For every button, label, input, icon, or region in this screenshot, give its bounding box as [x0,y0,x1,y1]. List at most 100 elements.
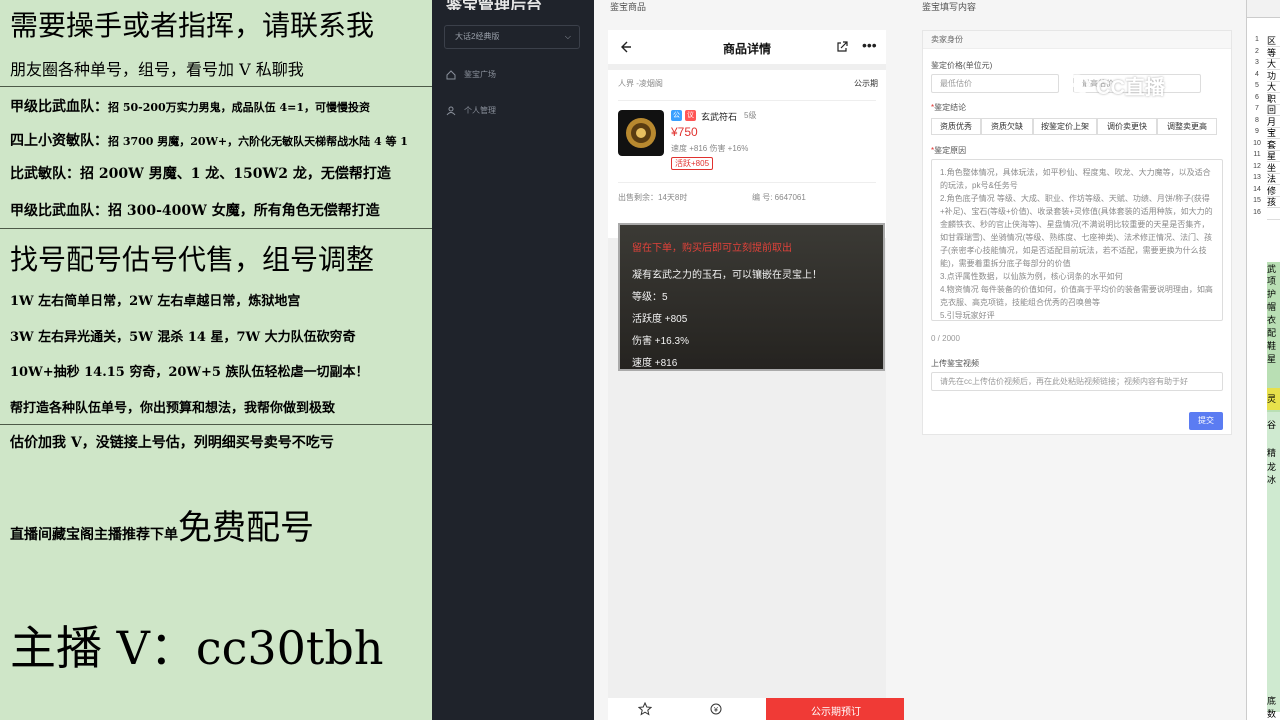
promo-highlight: 免费配号 [178,508,314,548]
sheet-cell[interactable]: 配 [1267,326,1280,339]
char-counter: 0 / 2000 [931,334,960,343]
sheet-row-number: 3 [1255,59,1259,66]
svg-text:¥: ¥ [714,707,718,714]
sheet-cell[interactable]: 冰 [1267,473,1280,486]
conclusion-label: *鉴定结论 [931,103,967,112]
watermark-text: CC直播 [1096,76,1165,99]
serial-number: 编 号: 6647061 [752,193,806,202]
promo-subheadline: 找号配号估号代售，组号调整 [10,243,375,276]
sheet-row-number: 12 [1253,162,1261,170]
sheet-cell[interactable]: 谷 [1267,418,1280,431]
promo-line: 1W 左右简单日常，2W 左右卓越日常，炼狱地宫 [10,294,301,309]
reason-line: 3.点评属性数据，以仙族为例，核心词条的水平如何 [940,272,1123,281]
star-icon[interactable] [638,702,652,716]
option-list-at-price[interactable]: 按鉴定价上架 [1033,118,1097,135]
promo-line-title: 甲级比武血队： [10,99,108,115]
sheet-cell[interactable]: 项 [1267,274,1280,287]
min-price-input[interactable]: 最低估价 [931,74,1059,93]
sheet-row-number: 4 [1255,70,1259,78]
phone-preview: 商品详情 ••• 人界 -凌烟阁 公示期 公 议 玄武符石 5级 ¥750 速度… [608,30,906,720]
option-excellent[interactable]: 资质优秀 [931,118,981,135]
sidebar-item-personal[interactable]: 个人管理 [446,105,496,116]
sheet-row-number: 2 [1255,47,1259,55]
reason-textarea[interactable]: 1.角色整体情况，具体玩法，如平秒仙、程度鬼、吹龙、大力魔等，以及适合的玩法，p… [931,159,1223,321]
promo-line-title: 四上小资敏队： [10,133,108,149]
video-label: 上传鉴宝视频 [931,359,979,368]
sheet-cell[interactable]: 底 [1267,694,1280,707]
option-sell-faster[interactable]: 调价卖更快 [1097,118,1157,135]
promo-line: 比武敏队：招 200W 男魔、1 龙、150W2 龙，无偿帮打造 [10,166,391,182]
sheet-row-number: 13 [1253,174,1261,181]
promo-line: 甲级比武血队：招 50-200万实力男鬼，成品队伍 4=1，可慢慢投资 [10,96,370,116]
promo-banner: 需要操手或者指挥，请联系我 朋友圈各种单号，组号，看号加 V 私聊我 甲级比武血… [0,0,432,720]
sheet-row-number: 8 [1255,116,1259,124]
sheet-cell[interactable]: 精 [1267,446,1280,459]
column-title: 鉴宝商品 [610,2,647,12]
sidebar-item-label: 鉴宝广场 [464,70,496,79]
promo-line: 甲级比武血队：招 300-400W 女魔，所有角色无偿帮打造 [10,203,380,219]
time-remaining: 出售剩余：14天8时 [618,193,688,202]
form-column: 鉴宝填写内容 卖家身份 鉴定价格(单位元) 最低估价 最高估价 *鉴定结论 资质… [904,0,1246,720]
sheet-row-number: 9 [1255,128,1259,135]
tooltip-level: 等级：5 [632,292,668,303]
item-price: ¥750 [671,125,698,139]
cc-logo-icon [1064,74,1090,96]
price-label: 鉴定价格(单位元) [931,61,993,70]
sheet-cell[interactable]: 帽 [1267,300,1280,313]
reserve-button[interactable]: 公示期预订 [766,698,906,720]
app-logo: 鉴宝管理后台 [432,0,594,10]
reason-line: 1.角色整体情况，具体玩法，如平秒仙、程度鬼、吹龙、大力魔等，以及适合的玩法，p… [940,168,1211,190]
item-card: 人界 -凌烟阁 公示期 公 议 玄武符石 5级 ¥750 速度 +816 伤害 … [608,70,886,238]
divider [0,228,432,229]
admin-sidebar: 鉴宝管理后台 大话2经典版 ⌵ 鉴宝广场 个人管理 [432,0,594,720]
sheet-cell[interactable]: 护 [1267,287,1280,300]
stream-watermark: CC直播 [1064,70,1214,100]
sheet-row-number: 11 [1253,151,1261,158]
sheet-row-number: 6 [1255,93,1259,101]
sidebar-item-square[interactable]: 鉴宝广场 [446,69,496,80]
item-stats: 速度 +816 伤害 +16% [671,144,749,153]
column-title: 鉴宝填写内容 [922,2,977,12]
sheet-cell[interactable]: 龙 [1267,460,1280,473]
more-icon[interactable]: ••• [862,37,877,53]
public-tag: 公 [671,110,682,121]
promo-line-detail: 招 50-200万实力男鬼，成品队伍 4=1，可慢慢投资 [108,101,371,114]
conclusion-label-text: 鉴定结论 [934,103,967,112]
sheet-cell[interactable]: 鞋 [1267,339,1280,352]
bargain-tag: 议 [685,110,696,121]
sheet-cell[interactable]: 数 [1267,707,1280,720]
option-sell-higher[interactable]: 调整卖更高 [1157,118,1217,135]
sheet-row-number: 10 [1253,139,1261,147]
share-icon[interactable] [836,41,848,53]
phone-bottombar: ¥ 公示期预订 [608,698,906,720]
sheet-cell[interactable]: 灵 [1267,392,1280,405]
tooltip-damage: 伤害 +16.3% [632,336,689,347]
sheet-row-number: 1 [1255,36,1259,43]
sheet-row-number: 15 [1253,197,1261,204]
server-location: 人界 -凌烟阁 [618,79,663,88]
tooltip-warning: 留在下单，购买后即可立刻提前取出 [632,243,792,254]
promo-line-detail: 招 3700 男魔，20W+，六阶化无敏队天梯帮战水陆 4 等 1 [108,135,408,148]
submit-button[interactable]: 提交 [1189,412,1223,430]
divider [618,182,876,183]
option-lacking[interactable]: 资质欠缺 [981,118,1033,135]
sheet-cell[interactable]: 星 [1267,352,1280,365]
promo-line: 10W+抽秒 14.15 穷奇，20W+5 族队伍轻松虐一切副本！ [10,365,369,380]
video-link-input[interactable]: 请先在cc上传估价视频后，再在此处粘贴视频链接；视频内容有助于好 [931,372,1223,391]
promo-line: 估价加我 V，没链接上号估，列明细买号卖号不吃亏 [10,435,334,451]
promo-line: 四上小资敏队：招 3700 男魔，20W+，六阶化无敏队天梯帮战水陆 4 等 1 [10,130,408,150]
tooltip-speed: 速度 +816 [632,358,678,369]
grid-line [1267,207,1280,208]
divider [618,100,876,101]
reason-line: 4.物资情况 每件装备的价值如何，价值高于平均价的装备需要说明理由，如高克衣服、… [940,285,1213,307]
version-select[interactable]: 大话2经典版 ⌵ [444,25,580,49]
user-icon [446,106,456,115]
promo-line: 朋友圈各种单号，组号，看号加 V 私聊我 [10,60,304,79]
sheet-cell[interactable]: 衣 [1267,313,1280,326]
sheet-row-number: 7 [1255,105,1259,112]
version-select-value: 大话2经典版 [455,32,500,41]
tooltip-activity: 活跃度 +805 [632,314,688,325]
sheet-header [1247,0,1280,18]
coin-icon[interactable]: ¥ [710,703,722,715]
grid-line [1267,218,1280,220]
